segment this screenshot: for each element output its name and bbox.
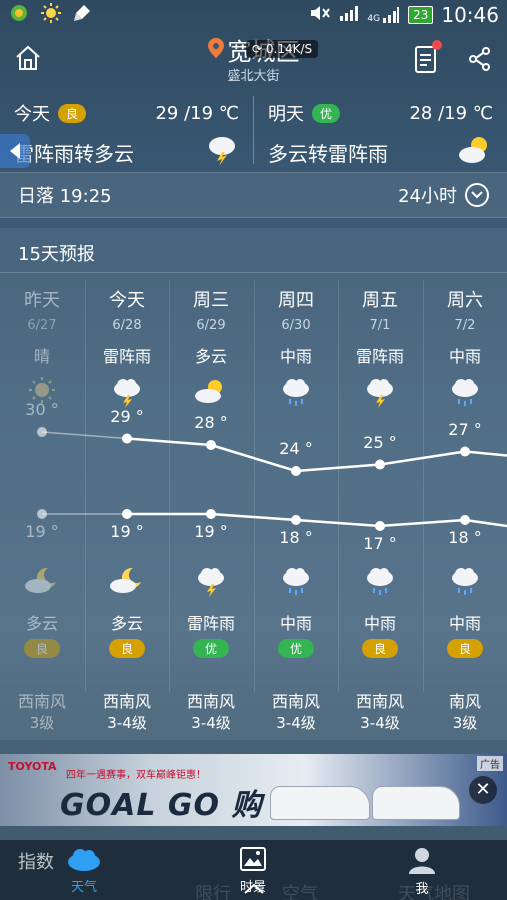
network-speed-badge: ⟳ 0.14K/S bbox=[246, 40, 319, 58]
mute-icon bbox=[309, 4, 331, 27]
high-temp-label: 30 ° bbox=[25, 400, 59, 419]
low-temp-point bbox=[460, 515, 470, 525]
low-temp-point bbox=[122, 509, 132, 519]
ad-close-button[interactable]: ✕ bbox=[469, 776, 497, 804]
today-label: 今天 bbox=[14, 104, 50, 125]
low-temp-point bbox=[206, 509, 216, 519]
low-temp-label: 18 ° bbox=[279, 528, 313, 547]
cleaner-notification-icon bbox=[72, 3, 92, 28]
car-image bbox=[270, 786, 370, 820]
high-temp-point bbox=[206, 440, 216, 450]
high-temp-segment bbox=[295, 463, 381, 473]
today-card[interactable]: 今天 良 29 /19 ℃ 雷阵雨转多云 bbox=[0, 90, 253, 170]
ad-banner[interactable]: TOYOTA 四年一遇赛事，双车巅峰钜惠！ GOAL GO 购 广告 ✕ bbox=[0, 754, 507, 826]
high-temp-point bbox=[375, 459, 385, 470]
thunder-cloud-icon bbox=[205, 134, 239, 171]
battery-indicator: 23 bbox=[408, 6, 434, 24]
bottom-nav: 指数 天气 时景 我 限行 空气 天气地图 bbox=[0, 840, 507, 900]
high-temp-point bbox=[37, 427, 47, 437]
location-pin-icon bbox=[207, 36, 224, 64]
ad-tag: 广告 bbox=[477, 756, 503, 771]
chevron-down-icon bbox=[465, 183, 489, 207]
ad-brand: TOYOTA bbox=[8, 760, 57, 773]
ad-slogan: 四年一遇赛事，双车巅峰钜惠！ bbox=[66, 770, 206, 781]
page-indicator: • • • bbox=[228, 76, 279, 85]
low-temp-point bbox=[291, 515, 301, 525]
high-temp-segment bbox=[41, 431, 128, 440]
high-temp-segment bbox=[464, 450, 507, 457]
low-temp-segment bbox=[464, 518, 507, 528]
high-temp-point bbox=[291, 466, 301, 476]
tomorrow-condition: 多云转雷阵雨 bbox=[268, 142, 388, 166]
ghost-tab-a: 限行 bbox=[195, 884, 231, 900]
tomorrow-aq-badge: 优 bbox=[312, 103, 341, 123]
high-temp-point bbox=[122, 433, 132, 444]
today-condition: 雷阵雨转多云 bbox=[14, 142, 134, 166]
notification-dot bbox=[432, 40, 442, 50]
sunset-bar: 日落 19:25 24小时 bbox=[0, 172, 507, 218]
high-temp-label: 24 ° bbox=[279, 439, 313, 458]
low-temp-label: 19 ° bbox=[194, 522, 228, 541]
low-temp-segment bbox=[210, 512, 297, 522]
low-temp-label: 17 ° bbox=[363, 534, 397, 553]
high-temp-label: 28 ° bbox=[194, 413, 228, 432]
low-temp-label: 18 ° bbox=[448, 528, 482, 547]
top-bar: 宽城区 盛北大街 ⟳ 0.14K/S • • • bbox=[0, 30, 507, 85]
ghost-tab-b: 空气 bbox=[282, 884, 318, 900]
low-temp-segment bbox=[379, 518, 466, 528]
photo-icon bbox=[240, 847, 266, 871]
low-temp-label: 19 ° bbox=[25, 522, 59, 541]
high-temp-label: 25 ° bbox=[363, 432, 397, 452]
tomorrow-card[interactable]: 明天 优 28 /19 ℃ 多云转雷阵雨 bbox=[254, 90, 507, 170]
low-temp-segment bbox=[295, 518, 381, 528]
cloud-icon bbox=[68, 849, 100, 871]
arrow-left-icon bbox=[10, 143, 20, 159]
wifi-signal-icon bbox=[339, 4, 359, 27]
tomorrow-temps: 28 /19 ℃ bbox=[409, 102, 493, 124]
cell-signal-icon: 4G bbox=[367, 6, 400, 24]
forecast-panel: 15天预报 昨天 6/27 晴多云良西南风 3级 今天 6/28 雷阵雨 多云良西南风 3-4级… bbox=[0, 228, 507, 740]
hourly-toggle[interactable]: 24小时 bbox=[398, 182, 489, 208]
status-bar: 4G 23 10:46 bbox=[0, 0, 507, 30]
refresh-icon: ⟳ bbox=[252, 42, 263, 56]
chevron-up-icon[interactable] bbox=[243, 880, 265, 899]
car-image bbox=[372, 786, 460, 820]
sun-notification-icon bbox=[40, 2, 62, 29]
share-icon bbox=[469, 47, 490, 71]
tab-weather[interactable]: 天气 bbox=[44, 846, 124, 895]
today-aq-badge: 良 bbox=[58, 103, 87, 123]
ghost-tab-c: 天气地图 bbox=[398, 884, 470, 900]
high-temp-point bbox=[460, 446, 470, 457]
low-temp-label: 19 ° bbox=[110, 522, 144, 541]
high-temp-label: 27 ° bbox=[448, 419, 482, 439]
high-temp-segment bbox=[379, 450, 466, 466]
clock: 10:46 bbox=[441, 3, 499, 27]
user-icon bbox=[409, 848, 435, 874]
app-notification-icon bbox=[8, 3, 30, 28]
tomorrow-label: 明天 bbox=[268, 104, 304, 125]
temperature-chart bbox=[37, 427, 507, 531]
partly-cloudy-icon bbox=[457, 134, 493, 171]
high-temp-label: 29 ° bbox=[110, 406, 144, 426]
share-button[interactable] bbox=[468, 46, 492, 72]
low-temp-point bbox=[375, 521, 385, 531]
sunset-time: 日落 19:25 bbox=[18, 186, 112, 207]
today-temps: 29 /19 ℃ bbox=[155, 102, 239, 124]
ad-headline: GOAL GO 购 bbox=[60, 788, 263, 823]
high-temp-segment bbox=[126, 437, 212, 447]
edge-back-handle[interactable] bbox=[0, 134, 30, 168]
low-temp-point bbox=[37, 509, 47, 519]
